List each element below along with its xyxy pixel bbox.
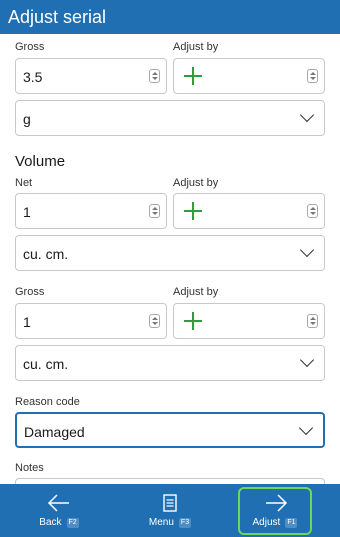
chevron-down-icon bbox=[299, 242, 315, 258]
adjust-by-net-label: Adjust by bbox=[173, 177, 219, 189]
weight-unit-value: g bbox=[23, 111, 31, 127]
net-volume-label: Net bbox=[15, 177, 33, 189]
adjust-weight-input[interactable] bbox=[173, 58, 325, 94]
weight-unit-select[interactable]: g bbox=[15, 100, 325, 136]
chevron-down-icon bbox=[299, 107, 315, 123]
menu-icon bbox=[163, 494, 177, 512]
gross-volume-unit-select[interactable]: cu. cm. bbox=[15, 345, 325, 381]
reason-code-value: Damaged bbox=[24, 424, 85, 440]
gross-volume-unit-value: cu. cm. bbox=[23, 356, 69, 372]
notes-label: Notes bbox=[15, 462, 44, 474]
spinner-icon[interactable] bbox=[307, 314, 318, 328]
arrow-right-icon bbox=[266, 494, 288, 512]
gross-weight-input[interactable]: 3.5 bbox=[15, 58, 167, 94]
net-volume-unit-value: cu. cm. bbox=[23, 246, 69, 262]
adjust-by-gross-label: Adjust by bbox=[173, 286, 219, 298]
arrow-left-icon bbox=[47, 494, 69, 512]
adjust-label: Adjust F1 bbox=[252, 517, 298, 528]
spinner-icon[interactable] bbox=[307, 69, 318, 83]
adjust-gross-volume-input[interactable] bbox=[173, 303, 325, 339]
spinner-icon[interactable] bbox=[149, 69, 160, 83]
plus-icon bbox=[184, 202, 202, 220]
chevron-down-icon bbox=[299, 352, 315, 368]
gross-volume-label: Gross bbox=[15, 286, 45, 298]
spinner-icon[interactable] bbox=[149, 204, 160, 218]
spinner-icon[interactable] bbox=[149, 314, 160, 328]
adjust-button[interactable]: Adjust F1 bbox=[238, 487, 312, 535]
spinner-icon[interactable] bbox=[307, 204, 318, 218]
adjust-shortcut-key: F1 bbox=[285, 518, 298, 528]
reason-code-label: Reason code bbox=[15, 396, 80, 408]
gross-weight-value: 3.5 bbox=[23, 69, 43, 85]
gross-volume-input[interactable]: 1 bbox=[15, 303, 167, 339]
bottom-action-bar: Back F2 Menu F3 Adjust F1 bbox=[0, 484, 340, 537]
plus-icon bbox=[184, 67, 202, 85]
net-volume-input[interactable]: 1 bbox=[15, 193, 167, 229]
gross-weight-label: Gross bbox=[15, 41, 45, 53]
adjust-net-volume-input[interactable] bbox=[173, 193, 325, 229]
chevron-down-icon bbox=[298, 420, 314, 436]
page-title: Adjust serial bbox=[0, 0, 340, 34]
menu-shortcut-key: F3 bbox=[178, 518, 192, 528]
menu-label: Menu F3 bbox=[148, 517, 192, 528]
net-volume-value: 1 bbox=[23, 204, 31, 220]
gross-volume-value: 1 bbox=[23, 314, 31, 330]
plus-icon bbox=[184, 312, 202, 330]
menu-button[interactable]: Menu F3 bbox=[133, 487, 207, 535]
volume-section-title: Volume bbox=[15, 153, 66, 170]
net-volume-unit-select[interactable]: cu. cm. bbox=[15, 235, 325, 271]
back-label: Back F2 bbox=[39, 517, 79, 528]
form-content: Gross Adjust by 3.5 g Volume Net Adjust … bbox=[0, 34, 340, 484]
reason-code-select[interactable]: Damaged bbox=[15, 412, 325, 448]
back-button[interactable]: Back F2 bbox=[22, 487, 96, 535]
back-shortcut-key: F2 bbox=[66, 518, 79, 528]
adjust-by-weight-label: Adjust by bbox=[173, 41, 219, 53]
